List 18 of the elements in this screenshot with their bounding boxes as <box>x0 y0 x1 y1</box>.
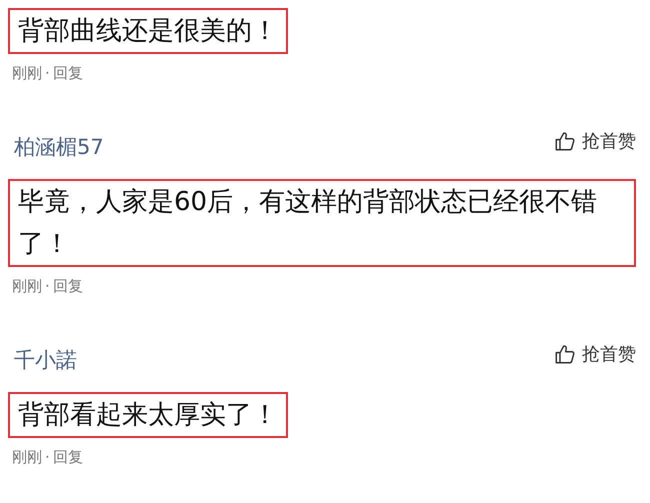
comment-text: 毕竟，人家是60后，有这样的背部状态已经很不错了！ <box>8 179 636 267</box>
comment-text: 背部曲线还是很美的！ <box>8 8 288 54</box>
separator-dot: · <box>45 448 50 467</box>
separator-dot: · <box>45 64 50 83</box>
thumbs-up-icon <box>554 130 576 152</box>
thumbs-up-icon <box>554 343 576 365</box>
separator-dot: · <box>45 277 50 296</box>
reply-link[interactable]: 回复 <box>52 64 83 83</box>
comment-text: 背部看起来太厚实了！ <box>8 392 288 438</box>
username[interactable]: 柏涵楣57 <box>14 133 104 161</box>
timestamp: 刚刚 <box>12 277 42 296</box>
reply-link[interactable]: 回复 <box>52 448 83 467</box>
like-button[interactable]: 抢首赞 <box>554 342 636 366</box>
like-button[interactable]: 抢首赞 <box>554 129 636 153</box>
timestamp: 刚刚 <box>12 448 42 467</box>
timestamp: 刚刚 <box>12 64 42 83</box>
reply-link[interactable]: 回复 <box>52 277 83 296</box>
username[interactable]: 千小諾 <box>14 346 77 374</box>
